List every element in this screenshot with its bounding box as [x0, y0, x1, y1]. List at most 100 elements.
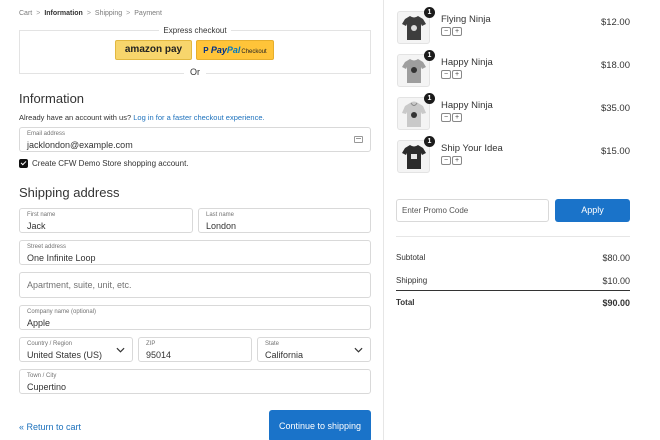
- country-value: United States (US): [27, 350, 103, 360]
- subtotal-row: Subtotal $80.00: [396, 253, 630, 263]
- contact-card-icon: [354, 136, 363, 143]
- quantity-stepper: − +: [441, 27, 463, 36]
- account-prompt-text: Already have an account with us?: [19, 113, 132, 122]
- cart-item: 1 Flying Ninja − + $12.00: [396, 7, 630, 47]
- item-price: $12.00: [600, 17, 630, 28]
- zip-label: ZIP: [146, 341, 156, 347]
- column-divider: [383, 0, 384, 440]
- first-name-field[interactable]: First name Jack: [19, 208, 193, 233]
- last-name-label: Last name: [206, 212, 235, 218]
- item-name: Happy Ninja: [441, 100, 493, 111]
- paypal-checkout-button[interactable]: P PayPalCheckout: [196, 40, 274, 60]
- chevron-down-icon: [354, 347, 363, 353]
- last-name-field[interactable]: Last name London: [198, 208, 371, 233]
- create-account-label: Create CFW Demo Store shopping account.: [32, 159, 189, 168]
- total-value: $90.00: [602, 298, 630, 308]
- item-name: Flying Ninja: [441, 14, 491, 25]
- decrease-quantity-button[interactable]: −: [441, 113, 451, 122]
- email-value: jacklondon@example.com: [27, 140, 133, 150]
- quantity-badge: 1: [424, 93, 435, 104]
- breadcrumb-payment: Payment: [134, 10, 162, 17]
- return-to-cart-link[interactable]: « Return to cart: [19, 422, 81, 432]
- email-label: Email address: [27, 131, 66, 137]
- shipping-address-heading: Shipping address: [19, 185, 120, 200]
- item-price: $15.00: [600, 146, 630, 157]
- promo-code-placeholder: Enter Promo Code: [402, 206, 469, 215]
- increase-quantity-button[interactable]: +: [452, 70, 462, 79]
- subtotal-value: $80.00: [602, 253, 630, 263]
- country-select[interactable]: Country / Region United States (US): [19, 337, 133, 362]
- tshirt-icon: [402, 16, 426, 40]
- state-label: State: [265, 341, 280, 347]
- login-link[interactable]: Log in for a faster checkout experience.: [133, 113, 264, 122]
- breadcrumb-shipping: Shipping: [94, 10, 123, 17]
- apartment-placeholder: Apartment, suite, unit, etc.: [27, 280, 132, 290]
- total-divider: [396, 290, 630, 291]
- increase-quantity-button[interactable]: +: [452, 113, 462, 122]
- amazon-pay-label: amazon pay: [124, 44, 183, 55]
- item-name: Ship Your Idea: [441, 143, 503, 154]
- zip-value: 95014: [146, 350, 172, 360]
- apply-promo-button[interactable]: Apply: [555, 199, 630, 222]
- chevron-down-icon: [116, 347, 125, 353]
- subtotal-label: Subtotal: [396, 253, 426, 262]
- email-field[interactable]: Email address jacklondon@example.com: [19, 127, 371, 152]
- paypal-brand-pay: Pay: [210, 45, 227, 55]
- cart-item: 1 Happy Ninja − + $35.00: [396, 93, 630, 133]
- breadcrumb-cart[interactable]: Cart: [19, 10, 32, 17]
- decrease-quantity-button[interactable]: −: [441, 156, 451, 165]
- tshirt-icon: [402, 145, 426, 169]
- hoodie-icon: [402, 101, 426, 127]
- amazon-pay-button[interactable]: amazon pay: [115, 40, 192, 60]
- street-address-label: Street address: [27, 244, 67, 250]
- town-field[interactable]: Town / City Cupertino: [19, 369, 371, 394]
- create-account-row[interactable]: Create CFW Demo Store shopping account.: [19, 159, 189, 168]
- quantity-badge: 1: [424, 136, 435, 147]
- state-select[interactable]: State California: [257, 337, 371, 362]
- company-value: Apple: [27, 318, 51, 328]
- promo-code-input[interactable]: Enter Promo Code: [396, 199, 549, 222]
- express-checkout-title: Express checkout: [159, 26, 231, 35]
- town-value: Cupertino: [27, 382, 67, 392]
- town-label: Town / City: [27, 373, 57, 379]
- breadcrumb-separator: >: [86, 10, 91, 17]
- or-text: Or: [190, 67, 200, 77]
- or-divider: Or: [19, 67, 371, 77]
- increase-quantity-button[interactable]: +: [452, 156, 462, 165]
- quantity-stepper: − +: [441, 70, 463, 79]
- company-field[interactable]: Company name (optional) Apple: [19, 305, 371, 330]
- quantity-stepper: − +: [441, 156, 463, 165]
- login-prompt: Already have an account with us? Log in …: [19, 113, 265, 122]
- cart-item: 1 Happy Ninja − + $18.00: [396, 50, 630, 90]
- paypal-checkout-label: Checkout: [241, 49, 267, 55]
- breadcrumb-separator: >: [126, 10, 131, 17]
- street-address-value: One Infinite Loop: [27, 253, 96, 263]
- zip-field[interactable]: ZIP 95014: [138, 337, 252, 362]
- create-account-checkbox[interactable]: [19, 159, 28, 168]
- company-label: Company name (optional): [27, 309, 97, 315]
- increase-quantity-button[interactable]: +: [452, 27, 462, 36]
- shipping-value: $10.00: [602, 276, 630, 286]
- decrease-quantity-button[interactable]: −: [441, 27, 451, 36]
- quantity-stepper: − +: [441, 113, 463, 122]
- total-label: Total: [396, 298, 415, 307]
- state-value: California: [265, 350, 304, 360]
- shipping-label: Shipping: [396, 276, 428, 285]
- total-row: Total $90.00: [396, 298, 630, 308]
- street-address-field[interactable]: Street address One Infinite Loop: [19, 240, 371, 265]
- apartment-field[interactable]: Apartment, suite, unit, etc.: [19, 272, 371, 298]
- item-price: $18.00: [600, 60, 630, 71]
- last-name-value: London: [206, 221, 237, 231]
- tshirt-icon: [402, 59, 426, 83]
- item-name: Happy Ninja: [441, 57, 493, 68]
- item-price: $35.00: [600, 103, 630, 114]
- first-name-label: First name: [27, 212, 56, 218]
- decrease-quantity-button[interactable]: −: [441, 70, 451, 79]
- continue-to-shipping-button[interactable]: Continue to shipping: [269, 410, 371, 440]
- breadcrumb-separator: >: [36, 10, 41, 17]
- quantity-badge: 1: [424, 50, 435, 61]
- paypal-brand-pal: Pal: [226, 45, 241, 55]
- summary-divider: [396, 236, 630, 237]
- shipping-row: Shipping $10.00: [396, 276, 630, 286]
- breadcrumb: Cart > Information > Shipping > Payment: [19, 10, 162, 17]
